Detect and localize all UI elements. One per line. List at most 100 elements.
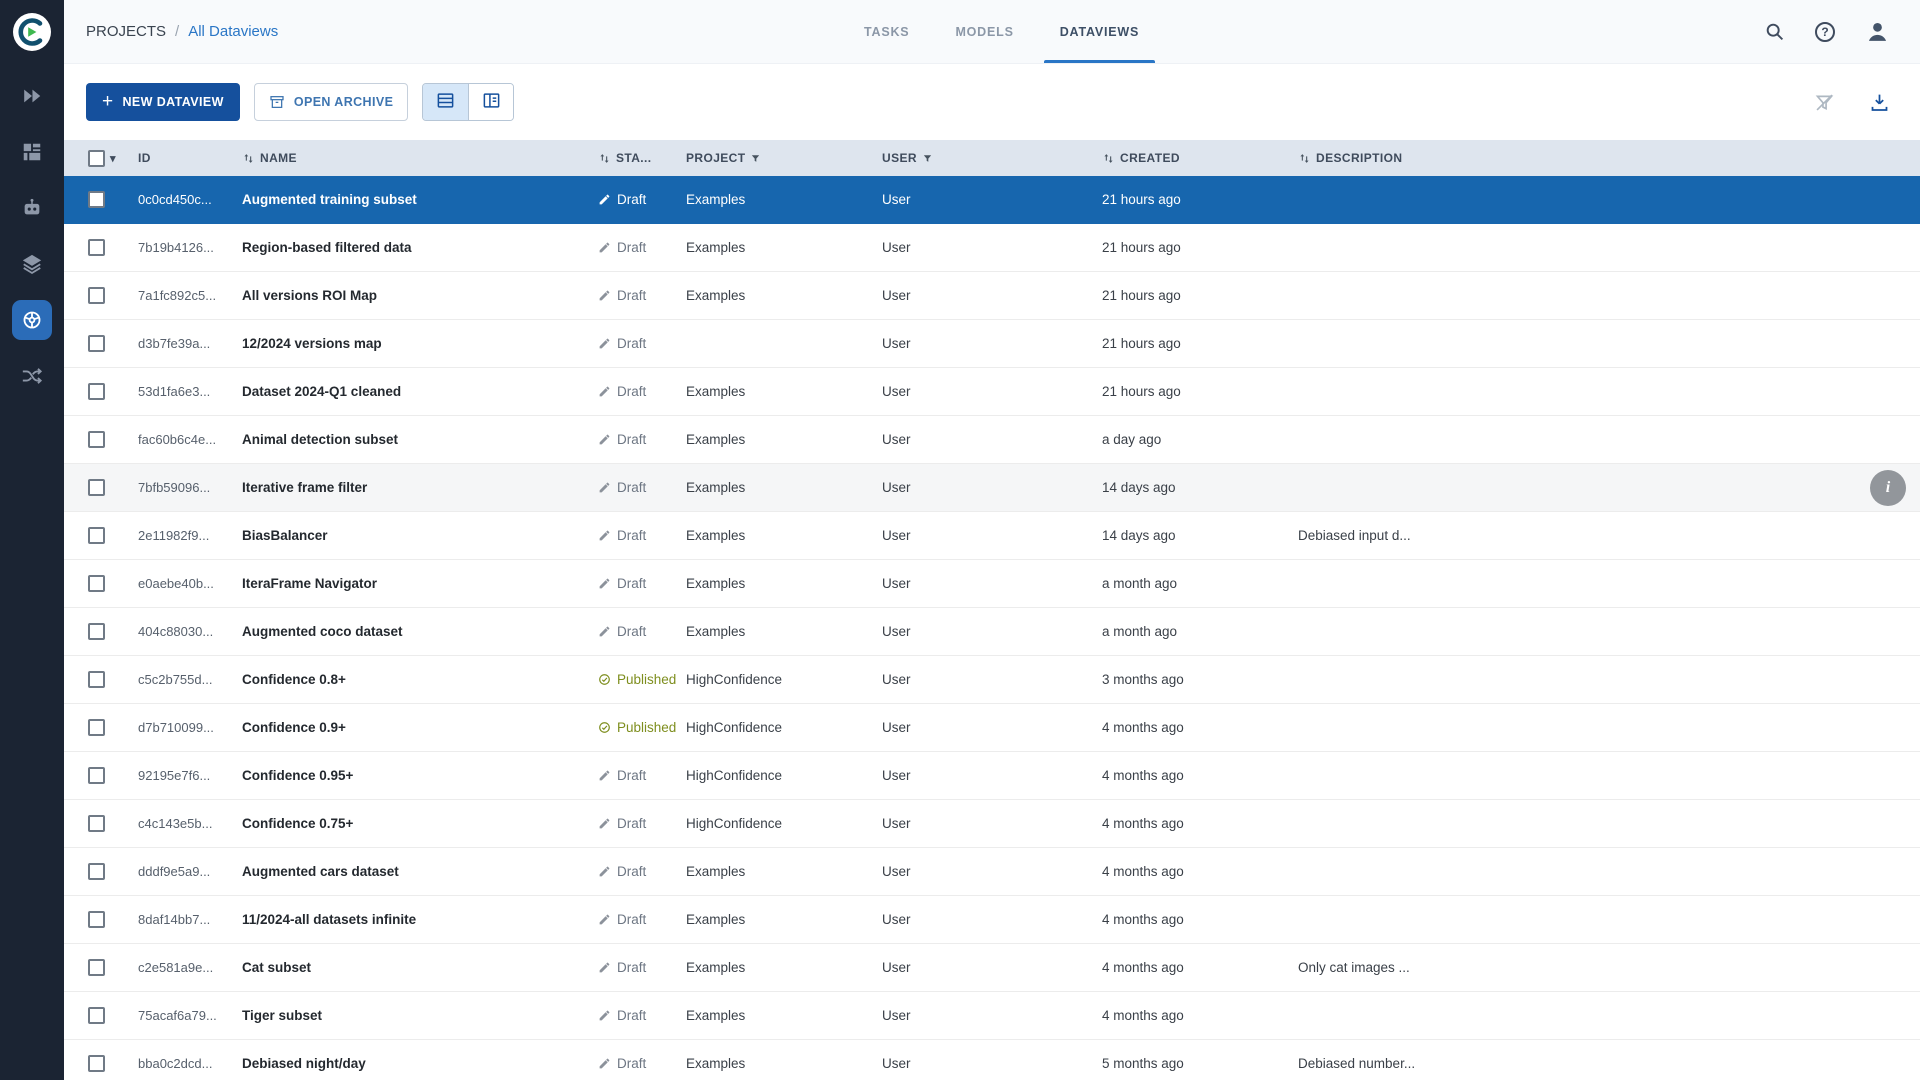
draft-pencil-icon — [598, 625, 611, 638]
column-header-name[interactable]: NAME — [224, 140, 586, 176]
row-checkbox[interactable] — [88, 719, 105, 736]
row-user: User — [864, 480, 1084, 495]
table-row[interactable]: fac60b6c4e... Animal detection subset Dr… — [64, 416, 1920, 464]
column-header-id[interactable]: ID — [120, 140, 224, 176]
row-user: User — [864, 960, 1084, 975]
table-row[interactable]: 7b19b4126... Region-based filtered data … — [64, 224, 1920, 272]
sidebar-item-workers[interactable] — [0, 180, 64, 236]
row-name: Debiased night/day — [224, 1056, 586, 1071]
row-checkbox[interactable] — [88, 959, 105, 976]
row-status: Draft — [586, 528, 668, 543]
table-row[interactable]: 53d1fa6e3... Dataset 2024-Q1 cleaned Dra… — [64, 368, 1920, 416]
table-row[interactable]: 0c0cd450c... Augmented training subset D… — [64, 176, 1920, 224]
row-status: Draft — [586, 432, 668, 447]
table-row[interactable]: d7b710099... Confidence 0.9+ Published H… — [64, 704, 1920, 752]
table-row[interactable]: 75acaf6a79... Tiger subset Draft Example… — [64, 992, 1920, 1040]
table-row[interactable]: e0aebe40b... IteraFrame Navigator Draft … — [64, 560, 1920, 608]
table-row[interactable]: 8daf14bb7... 11/2024-all datasets infini… — [64, 896, 1920, 944]
row-name: Confidence 0.95+ — [224, 768, 586, 783]
tab-tasks[interactable]: TASKS — [848, 0, 925, 63]
user-avatar-icon[interactable] — [1865, 19, 1890, 44]
row-checkbox[interactable] — [88, 671, 105, 688]
table-row[interactable]: 7bfb59096... Iterative frame filter Draf… — [64, 464, 1920, 512]
sort-icon[interactable] — [242, 152, 255, 165]
column-header-created[interactable]: CREATED — [1084, 140, 1280, 176]
row-created: 21 hours ago — [1084, 240, 1280, 255]
column-header-status[interactable]: STA... — [586, 140, 668, 176]
row-checkbox[interactable] — [88, 1055, 105, 1072]
help-icon[interactable]: ? — [1815, 22, 1835, 42]
row-checkbox[interactable] — [88, 239, 105, 256]
row-name: Augmented cars dataset — [224, 864, 586, 879]
row-checkbox[interactable] — [88, 623, 105, 640]
row-checkbox[interactable] — [88, 383, 105, 400]
breadcrumb: PROJECTS / All Dataviews — [86, 23, 278, 40]
table-row[interactable]: bba0c2dcd... Debiased night/day Draft Ex… — [64, 1040, 1920, 1080]
table-row[interactable]: c5c2b755d... Confidence 0.8+ Published H… — [64, 656, 1920, 704]
row-user: User — [864, 720, 1084, 735]
row-checkbox[interactable] — [88, 335, 105, 352]
select-all-checkbox[interactable] — [88, 150, 105, 167]
row-checkbox[interactable] — [88, 575, 105, 592]
row-created: 4 months ago — [1084, 1008, 1280, 1023]
row-checkbox[interactable] — [88, 431, 105, 448]
table-row[interactable]: 404c88030... Augmented coco dataset Draf… — [64, 608, 1920, 656]
new-dataview-button[interactable]: + NEW DATAVIEW — [86, 83, 240, 121]
split-view-button[interactable] — [468, 84, 513, 120]
sort-icon[interactable] — [598, 152, 611, 165]
row-created: a month ago — [1084, 576, 1280, 591]
row-id: d7b710099... — [120, 720, 224, 735]
row-user: User — [864, 1056, 1084, 1071]
sidebar-item-projects[interactable] — [0, 68, 64, 124]
breadcrumb-current[interactable]: All Dataviews — [188, 23, 278, 40]
row-status: Draft — [586, 912, 668, 927]
download-icon[interactable] — [1869, 92, 1890, 113]
table-row[interactable]: dddf9e5a9... Augmented cars dataset Draf… — [64, 848, 1920, 896]
robot-icon — [12, 188, 52, 228]
table-view-button[interactable] — [423, 84, 468, 120]
row-checkbox[interactable] — [88, 479, 105, 496]
sidebar-item-queues[interactable] — [0, 124, 64, 180]
row-name: Confidence 0.8+ — [224, 672, 586, 687]
table-row[interactable]: d3b7fe39a... 12/2024 versions map Draft … — [64, 320, 1920, 368]
column-header-user[interactable]: USER — [864, 140, 1084, 176]
row-checkbox[interactable] — [88, 287, 105, 304]
sidebar-item-dataviews[interactable] — [0, 292, 64, 348]
row-name: IteraFrame Navigator — [224, 576, 586, 591]
row-checkbox[interactable] — [88, 767, 105, 784]
sort-icon[interactable] — [1102, 152, 1115, 165]
table-row[interactable]: c4c143e5b... Confidence 0.75+ Draft High… — [64, 800, 1920, 848]
table-row[interactable]: 7a1fc892c5... All versions ROI Map Draft… — [64, 272, 1920, 320]
tab-models[interactable]: MODELS — [939, 0, 1029, 63]
sort-icon[interactable] — [1298, 152, 1311, 165]
select-dropdown-caret[interactable]: ▾ — [110, 152, 116, 165]
draft-pencil-icon — [598, 1057, 611, 1070]
draft-pencil-icon — [598, 1009, 611, 1022]
filter-icon[interactable] — [922, 153, 933, 164]
filter-reset-icon[interactable] — [1814, 92, 1835, 113]
open-archive-button[interactable]: OPEN ARCHIVE — [254, 83, 409, 121]
tab-dataviews[interactable]: DATAVIEWS — [1044, 0, 1155, 63]
search-icon[interactable] — [1764, 21, 1785, 42]
toolbar: + NEW DATAVIEW OPEN ARCHIVE — [64, 64, 1920, 140]
clearml-logo[interactable] — [12, 12, 52, 52]
filter-icon[interactable] — [750, 153, 761, 164]
sidebar-item-pipelines[interactable] — [0, 348, 64, 404]
sidebar-item-datasets[interactable] — [0, 236, 64, 292]
row-name: Tiger subset — [224, 1008, 586, 1023]
row-checkbox[interactable] — [88, 191, 105, 208]
table-row[interactable]: 2e11982f9... BiasBalancer Draft Examples… — [64, 512, 1920, 560]
table-row[interactable]: c2e581a9e... Cat subset Draft Examples U… — [64, 944, 1920, 992]
column-header-description[interactable]: DESCRIPTION — [1280, 140, 1920, 176]
row-created: a day ago — [1084, 432, 1280, 447]
row-checkbox[interactable] — [88, 863, 105, 880]
row-checkbox[interactable] — [88, 911, 105, 928]
breadcrumb-root[interactable]: PROJECTS — [86, 23, 166, 40]
table-row[interactable]: 92195e7f6... Confidence 0.95+ Draft High… — [64, 752, 1920, 800]
row-info-button[interactable]: i — [1870, 470, 1906, 506]
row-checkbox[interactable] — [88, 527, 105, 544]
row-checkbox[interactable] — [88, 815, 105, 832]
column-header-project[interactable]: PROJECT — [668, 140, 864, 176]
select-all-cell[interactable]: ▾ — [64, 140, 120, 176]
row-checkbox[interactable] — [88, 1007, 105, 1024]
